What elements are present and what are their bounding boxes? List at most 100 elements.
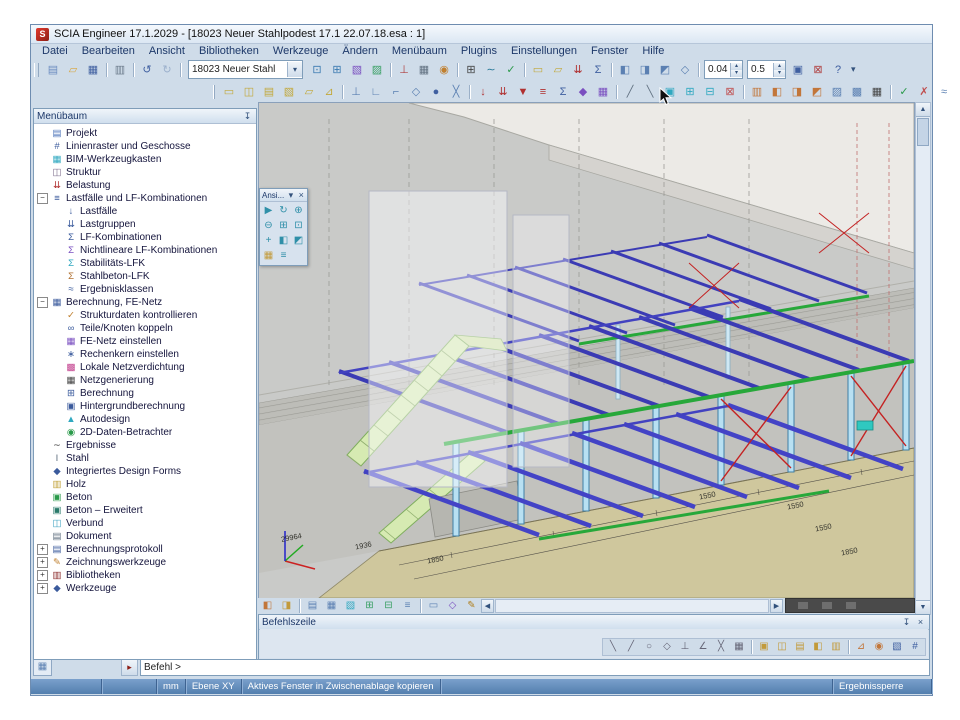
tree-item-projekt[interactable]: ▤Projekt: [34, 127, 256, 140]
annotate-icon[interactable]: ✎: [463, 598, 480, 614]
snap-circle-icon[interactable]: ○: [641, 639, 657, 655]
layer-filter-icon[interactable]: ⊟: [701, 83, 719, 101]
stepper-up-icon[interactable]: ▴: [774, 63, 785, 70]
tree-item-fe-netz-einstellen[interactable]: ▦FE-Netz einstellen: [34, 335, 256, 348]
clipboard-icon[interactable]: ▣: [789, 61, 807, 79]
tree-item-werkzeuge[interactable]: +◆Werkzeuge: [34, 582, 256, 595]
tree-item-stahlbeton-lfk[interactable]: ΣStahlbeton-LFK: [34, 270, 256, 283]
check-structure-icon[interactable]: ✓: [502, 61, 520, 79]
render-solid-icon[interactable]: ◧: [259, 598, 276, 614]
tree-item-struktur[interactable]: ◫Struktur: [34, 166, 256, 179]
view-y-icon[interactable]: ◨: [636, 61, 654, 79]
toolbar-overflow-icon[interactable]: ▾: [851, 64, 856, 75]
plane-yz-icon[interactable]: ▥: [828, 639, 844, 655]
scale-stepper[interactable]: ▴▾: [730, 63, 742, 77]
menu-aendern[interactable]: Ändern: [335, 45, 384, 57]
new-file-icon[interactable]: ▤: [44, 61, 62, 79]
menu-werkzeuge[interactable]: Werkzeuge: [266, 45, 335, 57]
expand-toggle[interactable]: +: [37, 583, 48, 594]
tree-item-lastfaelle-und-lf-kombinationen[interactable]: −≡Lastfälle und LF-Kombinationen: [34, 192, 256, 205]
open-file-icon[interactable]: ▱: [64, 61, 82, 79]
tree-item-bibliotheken[interactable]: +▥Bibliotheken: [34, 569, 256, 582]
stepper-up-icon[interactable]: ▴: [731, 63, 742, 70]
tree-item-beton-erweitert[interactable]: ▣Beton – Erweitert: [34, 504, 256, 517]
tree-item-stabilitaets-lfk[interactable]: ΣStabilitäts-LFK: [34, 257, 256, 270]
menu-ansicht[interactable]: Ansicht: [142, 45, 192, 57]
tree-item-lastfaelle[interactable]: ↓Lastfälle: [34, 205, 256, 218]
load-scale-stepper[interactable]: ▴▾: [773, 63, 785, 77]
named-view-icon[interactable]: ⊞: [681, 83, 699, 101]
view-front-icon[interactable]: ◧: [276, 233, 291, 248]
command-history[interactable]: ╲╱○◇⊥∠╳▦▣◫▤◧▥⊿◉▧#: [260, 629, 928, 658]
tree-item-2d-daten-betrachter[interactable]: ◉2D-Daten-Betrachter: [34, 426, 256, 439]
vertical-scrollbar[interactable]: ▲ ▼: [915, 102, 931, 615]
results-icon[interactable]: ∼: [482, 61, 500, 79]
tree-item-ergebnisse[interactable]: ∼Ergebnisse: [34, 439, 256, 452]
dimension-tool-icon[interactable]: ╲: [641, 83, 659, 101]
view-palette[interactable]: Ansi... ▾ × ▶↻⊕⊖⊞⊡+◧◩▦≡: [259, 188, 308, 266]
snap-perp-icon[interactable]: ⊥: [677, 639, 693, 655]
combination-icon[interactable]: Σ: [589, 61, 607, 79]
delete-tool-icon[interactable]: ⊠: [721, 83, 739, 101]
command-input[interactable]: [140, 659, 930, 676]
status-unit[interactable]: mm: [157, 679, 186, 694]
shrink-view-icon[interactable]: ▨: [828, 83, 846, 101]
column-tool-icon[interactable]: ◫: [240, 83, 258, 101]
perspective-toggle-icon[interactable]: ◇: [444, 598, 461, 614]
pin-icon[interactable]: ↧: [901, 617, 912, 628]
command-panel-header[interactable]: Befehlszeile ↧ ×: [259, 615, 929, 630]
tree-item-stahl[interactable]: IStahl: [34, 452, 256, 465]
project-combo[interactable]: 18023 Neuer Stahl ▾: [188, 60, 303, 79]
moment-load-icon[interactable]: ≡: [534, 83, 552, 101]
sidebar-header[interactable]: Menübaum ↧: [34, 109, 256, 124]
chevron-down-icon[interactable]: ▾: [287, 190, 294, 201]
sketch-plane-icon[interactable]: ▧: [889, 639, 905, 655]
expand-toggle[interactable]: +: [37, 570, 48, 581]
scrollbar-thumb[interactable]: [917, 118, 929, 146]
tree-item-dokument[interactable]: ▤Dokument: [34, 530, 256, 543]
render-wire-icon[interactable]: ◨: [278, 598, 295, 614]
undo-icon[interactable]: ↺: [138, 61, 156, 79]
calculator-icon[interactable]: ⊞: [462, 61, 480, 79]
show-volumes-icon[interactable]: ▦: [323, 598, 340, 614]
menu-bearbeiten[interactable]: Bearbeiten: [75, 45, 142, 57]
support-roller-icon[interactable]: ⌐: [387, 83, 405, 101]
tree-item-nichtlineare-lf-kombinationen[interactable]: ΣNichtlineare LF-Kombinationen: [34, 244, 256, 257]
close-icon[interactable]: ×: [915, 617, 926, 627]
menu-bibliotheken[interactable]: Bibliotheken: [192, 45, 266, 57]
tree-item-berechnung[interactable]: ⊞Berechnung: [34, 387, 256, 400]
tree-item-lf-kombinationen[interactable]: ΣLF-Kombinationen: [34, 231, 256, 244]
zoom-window-icon[interactable]: ⊞: [328, 61, 346, 79]
check-fail-icon[interactable]: ✗: [915, 83, 933, 101]
zoom-in-icon[interactable]: ⊕: [291, 203, 306, 218]
grid-icon[interactable]: ▦: [415, 61, 433, 79]
show-labels-icon[interactable]: ⊞: [361, 598, 378, 614]
load-case-icon[interactable]: Σ: [554, 83, 572, 101]
internal-node-icon[interactable]: ●: [427, 83, 445, 101]
fast-draw-icon[interactable]: ≡: [399, 598, 416, 614]
tree-item-lastgruppen[interactable]: ⇊Lastgruppen: [34, 218, 256, 231]
clip-box-icon[interactable]: ▣: [661, 83, 679, 101]
screenshot-icon[interactable]: ⊠: [809, 61, 827, 79]
animation-scrollbar[interactable]: [785, 598, 915, 613]
visibility-y-icon[interactable]: ◨: [788, 83, 806, 101]
tree-item-strukturdaten-kontrollieren[interactable]: ✓Strukturdaten kontrollieren: [34, 309, 256, 322]
load-icon[interactable]: ⇊: [569, 61, 587, 79]
menu-fenster[interactable]: Fenster: [584, 45, 635, 57]
expand-toggle[interactable]: +: [37, 557, 48, 568]
zoom-all-icon[interactable]: ⊡: [291, 218, 306, 233]
tree-item-zeichnungswerkzeuge[interactable]: +✎Zeichnungswerkzeuge: [34, 556, 256, 569]
pin-icon[interactable]: ↧: [242, 111, 253, 122]
tree-item-integriertes-design-forms[interactable]: ◆Integriertes Design Forms: [34, 465, 256, 478]
shell-tool-icon[interactable]: ▱: [300, 83, 318, 101]
visibility-z-icon[interactable]: ◩: [808, 83, 826, 101]
deform-icon[interactable]: ≈: [935, 83, 953, 101]
menu-hilfe[interactable]: Hilfe: [635, 45, 671, 57]
plane-xy-icon[interactable]: ▤: [792, 639, 808, 655]
rotate-view-icon[interactable]: ↻: [276, 203, 291, 218]
beam-tool-icon[interactable]: ▭: [220, 83, 238, 101]
show-loads-icon[interactable]: ▧: [342, 598, 359, 614]
snap-ortho-icon[interactable]: ╱: [623, 639, 639, 655]
hinge-icon[interactable]: ◇: [407, 83, 425, 101]
plate-tool-icon[interactable]: ▤: [260, 83, 278, 101]
